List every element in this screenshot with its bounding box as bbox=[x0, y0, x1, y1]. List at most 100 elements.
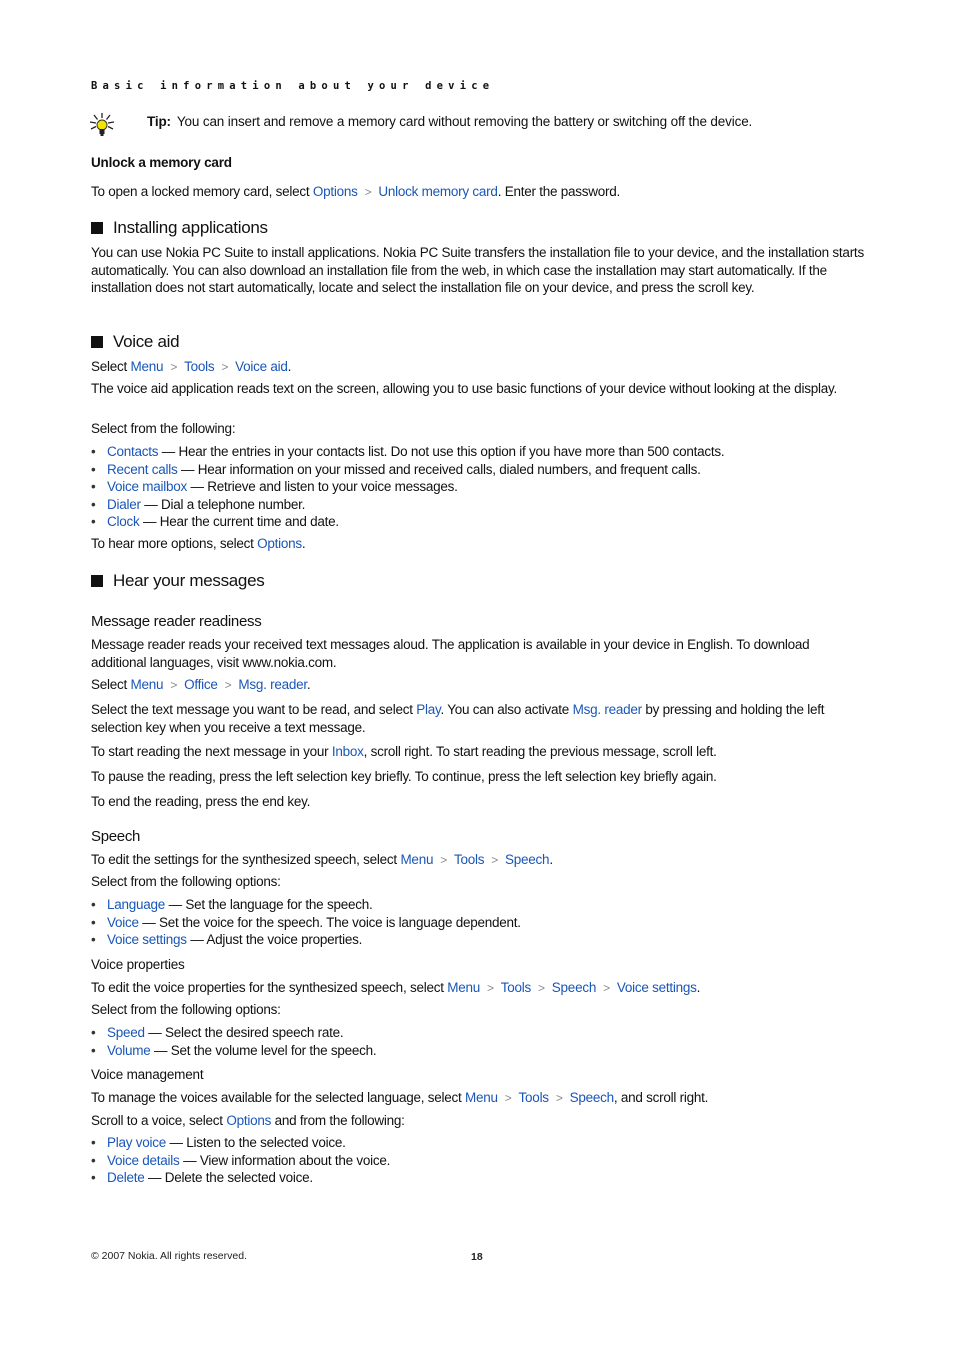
option-link-voice-details[interactable]: Voice details bbox=[107, 1153, 180, 1168]
chevron-right-icon: > bbox=[538, 981, 545, 995]
voice-aid-more: To hear more options, select Options. bbox=[91, 536, 306, 551]
tip-text: You can insert and remove a memory card … bbox=[176, 114, 753, 129]
voice-management-heading: Voice management bbox=[91, 1067, 204, 1082]
chevron-right-icon: > bbox=[487, 981, 494, 995]
option-link-clock[interactable]: Clock bbox=[107, 514, 140, 529]
list-item: Volume — Set the volume level for the sp… bbox=[91, 1042, 871, 1060]
voice-management-list: Play voice — Listen to the selected voic… bbox=[91, 1134, 871, 1187]
menu-link-menu[interactable]: Menu bbox=[131, 677, 164, 692]
readiness-path: Select Menu > Office > Msg. reader. bbox=[91, 677, 311, 692]
list-item: Play voice — Listen to the selected voic… bbox=[91, 1134, 871, 1152]
speech-heading: Speech bbox=[91, 828, 141, 845]
voice-aid-heading: Voice aid bbox=[91, 332, 871, 352]
menu-link-voice-settings[interactable]: Voice settings bbox=[617, 980, 697, 995]
menu-link-tools[interactable]: Tools bbox=[184, 359, 215, 374]
voice-aid-path: Select Menu > Tools > Voice aid. bbox=[91, 359, 292, 374]
voice-properties-select-from: Select from the following options: bbox=[91, 1002, 281, 1017]
tip-label: Tip: bbox=[147, 114, 171, 129]
lightbulb-icon bbox=[89, 113, 115, 136]
section-square-icon bbox=[91, 336, 103, 348]
chevron-right-icon: > bbox=[221, 360, 229, 374]
list-item: Delete — Delete the selected voice. bbox=[91, 1169, 871, 1187]
list-item: Speed — Select the desired speech rate. bbox=[91, 1024, 871, 1042]
menu-link-menu[interactable]: Menu bbox=[400, 852, 433, 867]
page-number: 18 bbox=[471, 1251, 483, 1263]
chevron-right-icon: > bbox=[504, 1091, 512, 1105]
voice-aid-select-from: Select from the following: bbox=[91, 421, 236, 436]
option-link-play-voice[interactable]: Play voice bbox=[107, 1135, 166, 1150]
menu-link-tools[interactable]: Tools bbox=[519, 1090, 550, 1105]
chevron-right-icon: > bbox=[603, 981, 610, 995]
menu-link-tools[interactable]: Tools bbox=[454, 852, 485, 867]
option-link-language[interactable]: Language bbox=[107, 897, 165, 912]
menu-link-msg-reader[interactable]: Msg. reader bbox=[238, 677, 307, 692]
voice-properties-intro: To edit the voice properties for the syn… bbox=[91, 980, 701, 995]
section-square-icon bbox=[91, 222, 103, 234]
action-link-play[interactable]: Play bbox=[416, 702, 441, 717]
option-link-delete[interactable]: Delete bbox=[107, 1170, 145, 1185]
option-link-voice[interactable]: Voice bbox=[107, 915, 139, 930]
menu-link-options[interactable]: Options bbox=[313, 184, 358, 199]
menu-link-unlock-memory-card[interactable]: Unlock memory card bbox=[378, 184, 498, 199]
voice-management-scroll: Scroll to a voice, select Options and fr… bbox=[91, 1113, 405, 1128]
voice-management-intro: To manage the voices available for the s… bbox=[91, 1090, 709, 1105]
app-link-msg-reader[interactable]: Msg. reader bbox=[573, 702, 643, 717]
menu-link-speech[interactable]: Speech bbox=[505, 852, 550, 867]
option-link-recent-calls[interactable]: Recent calls bbox=[107, 462, 178, 477]
chevron-right-icon: > bbox=[555, 1091, 563, 1105]
running-head: Basic information about your device bbox=[91, 80, 495, 92]
menu-link-speech[interactable]: Speech bbox=[570, 1090, 615, 1105]
menu-link-menu[interactable]: Menu bbox=[465, 1090, 498, 1105]
menu-link-office[interactable]: Office bbox=[184, 677, 218, 692]
option-link-contacts[interactable]: Contacts bbox=[107, 444, 159, 459]
voice-properties-heading: Voice properties bbox=[91, 957, 185, 972]
voice-aid-options-list: Contacts — Hear the entries in your cont… bbox=[91, 443, 871, 531]
option-link-voice-mailbox[interactable]: Voice mailbox bbox=[107, 479, 187, 494]
option-link-dialer[interactable]: Dialer bbox=[107, 497, 141, 512]
menu-link-speech[interactable]: Speech bbox=[552, 980, 597, 995]
folder-link-inbox[interactable]: Inbox bbox=[332, 744, 364, 759]
hear-messages-heading: Hear your messages bbox=[91, 571, 871, 591]
speech-select-from: Select from the following options: bbox=[91, 874, 281, 889]
installing-body: You can use Nokia PC Suite to install ap… bbox=[91, 245, 864, 295]
msg-reader-paragraph-4: To end the reading, press the end key. bbox=[91, 794, 311, 809]
menu-link-menu[interactable]: Menu bbox=[447, 980, 480, 995]
option-link-volume[interactable]: Volume bbox=[107, 1043, 151, 1058]
unlock-paragraph: To open a locked memory card, select Opt… bbox=[91, 184, 621, 199]
list-item: Language — Set the language for the spee… bbox=[91, 896, 871, 914]
readiness-body: Message reader reads your received text … bbox=[91, 637, 810, 670]
list-item: Contacts — Hear the entries in your cont… bbox=[91, 443, 871, 461]
chevron-right-icon: > bbox=[224, 678, 232, 692]
chevron-right-icon: > bbox=[491, 853, 499, 867]
speech-options-list: Language — Set the language for the spee… bbox=[91, 896, 871, 949]
menu-link-menu[interactable]: Menu bbox=[131, 359, 164, 374]
list-item: Voice — Set the voice for the speech. Th… bbox=[91, 914, 871, 932]
voice-properties-list: Speed — Select the desired speech rate. … bbox=[91, 1024, 871, 1059]
speech-intro: To edit the settings for the synthesized… bbox=[91, 852, 553, 867]
option-link-voice-settings[interactable]: Voice settings bbox=[107, 932, 187, 947]
list-item: Voice settings — Adjust the voice proper… bbox=[91, 931, 871, 949]
menu-link-options[interactable]: Options bbox=[226, 1113, 271, 1128]
readiness-heading: Message reader readiness bbox=[91, 613, 262, 630]
msg-reader-paragraph-1: Select the text message you want to be r… bbox=[91, 702, 825, 735]
chevron-right-icon: > bbox=[440, 853, 447, 867]
list-item: Clock — Hear the current time and date. bbox=[91, 513, 871, 531]
list-item: Voice mailbox — Retrieve and listen to y… bbox=[91, 478, 871, 496]
chevron-right-icon: > bbox=[170, 678, 178, 692]
menu-link-voice-aid[interactable]: Voice aid bbox=[235, 359, 288, 374]
menu-link-options[interactable]: Options bbox=[257, 536, 302, 551]
footer-copyright: © 2007 Nokia. All rights reserved. bbox=[91, 1250, 247, 1262]
menu-link-tools[interactable]: Tools bbox=[501, 980, 532, 995]
chevron-right-icon: > bbox=[364, 185, 372, 199]
installing-heading: Installing applications bbox=[91, 218, 871, 238]
list-item: Dialer — Dial a telephone number. bbox=[91, 496, 871, 514]
option-link-speed[interactable]: Speed bbox=[107, 1025, 145, 1040]
voice-aid-description: The voice aid application reads text on … bbox=[91, 381, 837, 396]
list-item: Voice details — View information about t… bbox=[91, 1152, 871, 1170]
msg-reader-paragraph-2: To start reading the next message in you… bbox=[91, 744, 717, 759]
chevron-right-icon: > bbox=[170, 360, 178, 374]
msg-reader-paragraph-3: To pause the reading, press the left sel… bbox=[91, 769, 717, 784]
section-square-icon bbox=[91, 575, 103, 587]
unlock-heading: Unlock a memory card bbox=[91, 155, 232, 170]
list-item: Recent calls — Hear information on your … bbox=[91, 461, 871, 479]
